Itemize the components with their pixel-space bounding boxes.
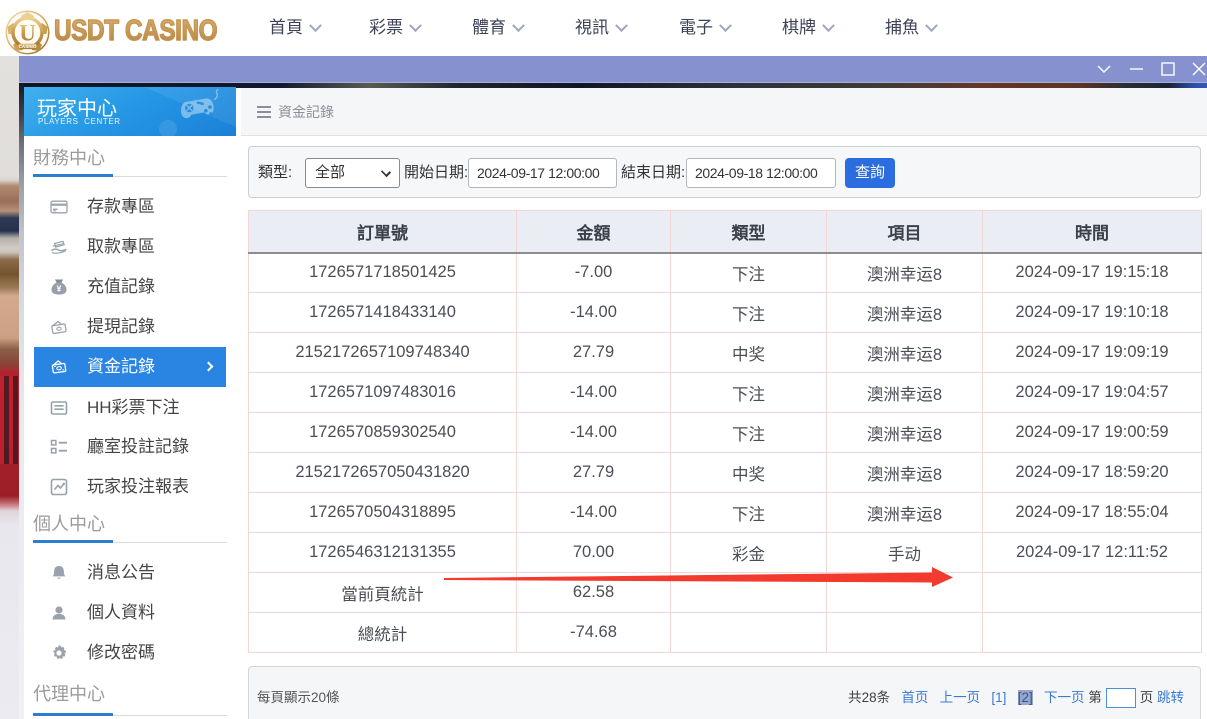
svg-text:U: U [19,21,36,46]
svg-text:¥: ¥ [57,283,62,293]
svg-text:CASINO: CASINO [19,44,37,49]
